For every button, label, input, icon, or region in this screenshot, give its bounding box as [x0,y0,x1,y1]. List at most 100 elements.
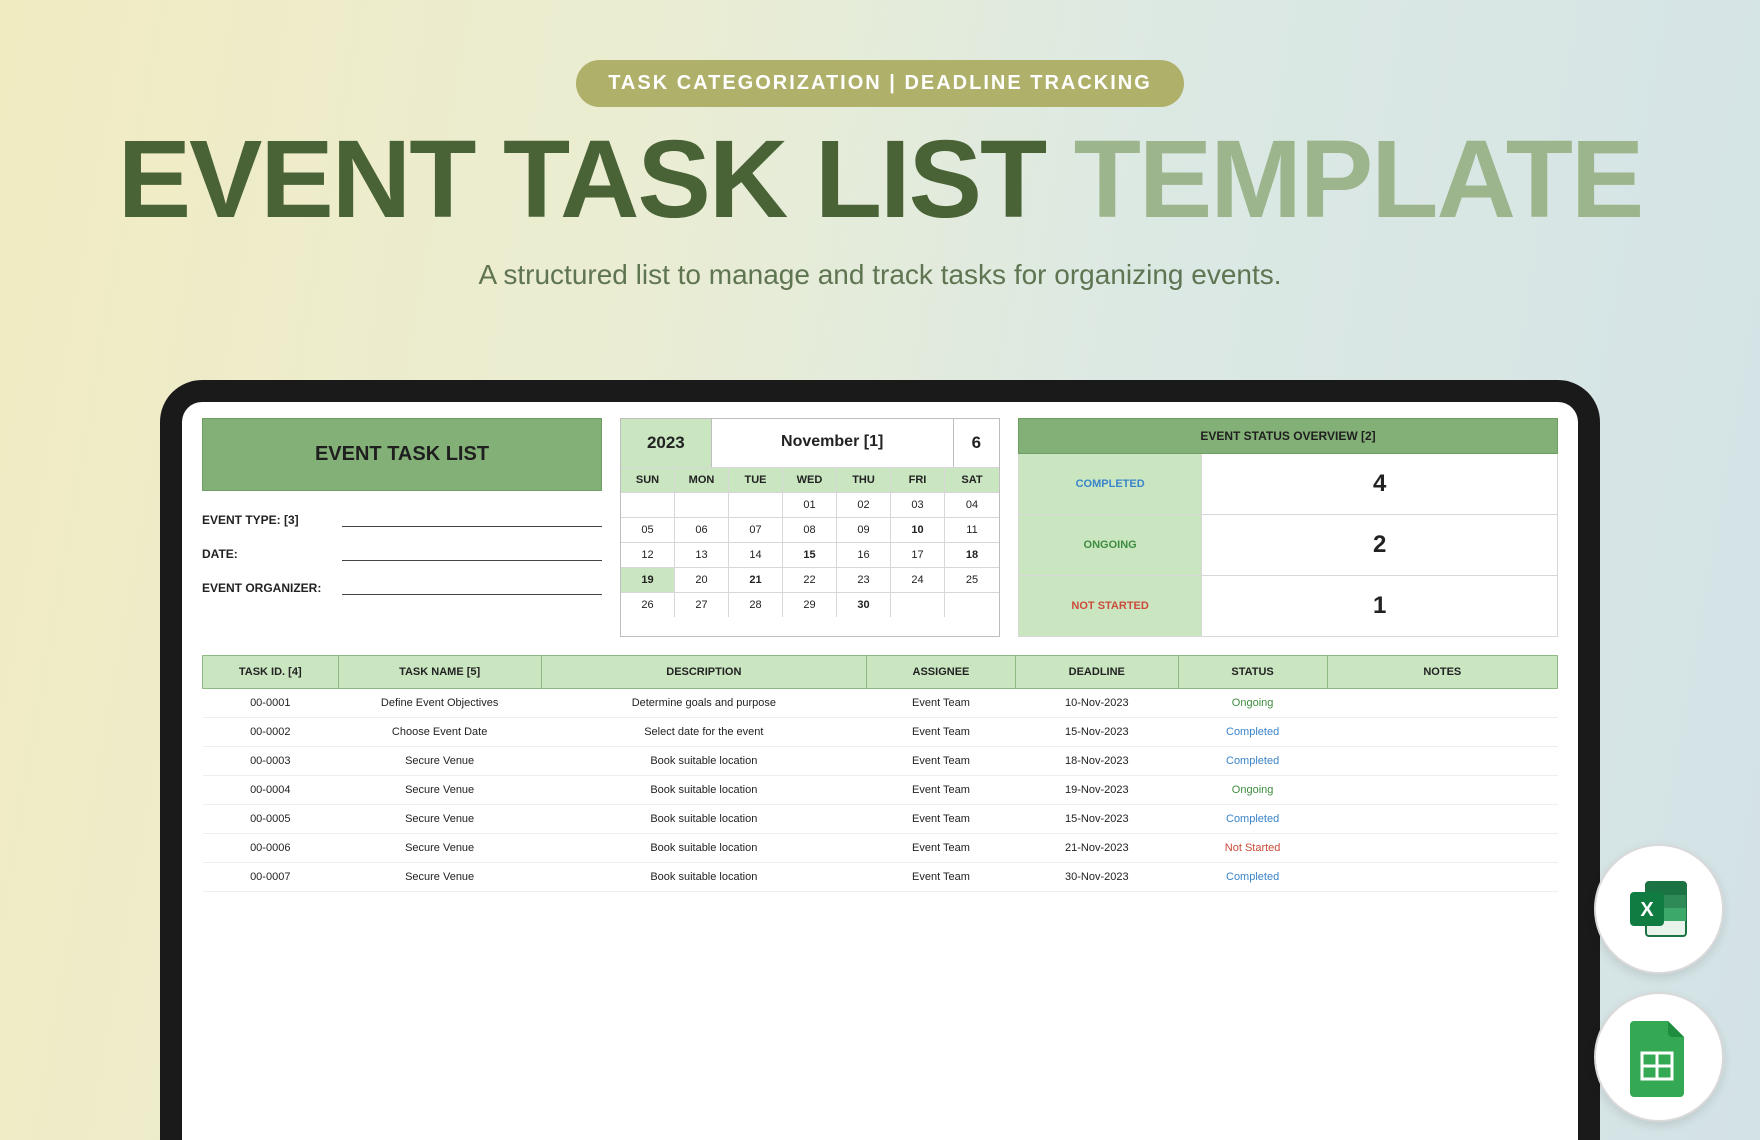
table-cell[interactable]: Completed [1178,747,1327,776]
table-cell[interactable]: 15-Nov-2023 [1015,805,1178,834]
table-cell[interactable]: 00-0002 [203,718,339,747]
date-input-line[interactable] [342,545,602,561]
table-cell[interactable]: Completed [1178,718,1327,747]
table-cell[interactable] [1327,718,1557,747]
table-cell[interactable]: Secure Venue [338,747,541,776]
calendar-cell[interactable]: 21 [729,567,783,592]
table-cell[interactable]: 00-0006 [203,834,339,863]
table-cell[interactable] [1327,805,1557,834]
calendar-cell[interactable] [945,592,999,617]
calendar-cell[interactable]: 24 [891,567,945,592]
table-cell[interactable]: Event Team [866,776,1015,805]
calendar-cell[interactable] [891,592,945,617]
calendar-cell[interactable]: 15 [783,542,837,567]
calendar-cell[interactable]: 17 [891,542,945,567]
event-type-input-line[interactable] [342,511,602,527]
calendar-cell[interactable]: 05 [621,517,675,542]
calendar-cell[interactable]: 19 [621,567,675,592]
table-cell[interactable]: Select date for the event [541,718,866,747]
calendar-cell[interactable] [675,492,729,517]
calendar-cell[interactable]: 07 [729,517,783,542]
calendar-cell[interactable]: 29 [783,592,837,617]
table-cell[interactable]: 10-Nov-2023 [1015,689,1178,718]
calendar-cell[interactable]: 04 [945,492,999,517]
table-cell[interactable]: 30-Nov-2023 [1015,863,1178,892]
calendar-cell[interactable]: 08 [783,517,837,542]
table-row[interactable]: 00-0004Secure VenueBook suitable locatio… [203,776,1558,805]
table-cell[interactable] [1327,834,1557,863]
table-cell[interactable]: 18-Nov-2023 [1015,747,1178,776]
table-cell[interactable] [1327,776,1557,805]
column-header[interactable]: TASK NAME [5] [338,656,541,689]
calendar-cell[interactable]: 13 [675,542,729,567]
table-cell[interactable]: Event Team [866,805,1015,834]
excel-icon[interactable]: X [1594,844,1724,974]
calendar-cell[interactable]: 20 [675,567,729,592]
table-cell[interactable]: Event Team [866,718,1015,747]
table-cell[interactable]: Determine goals and purpose [541,689,866,718]
table-cell[interactable]: Completed [1178,863,1327,892]
calendar-cell[interactable]: 03 [891,492,945,517]
calendar-cell[interactable]: 10 [891,517,945,542]
table-cell[interactable]: 00-0005 [203,805,339,834]
table-cell[interactable]: 19-Nov-2023 [1015,776,1178,805]
table-cell[interactable]: Event Team [866,747,1015,776]
calendar-cell[interactable]: 01 [783,492,837,517]
table-cell[interactable]: Book suitable location [541,747,866,776]
column-header[interactable]: NOTES [1327,656,1557,689]
table-cell[interactable]: Ongoing [1178,776,1327,805]
table-cell[interactable]: 21-Nov-2023 [1015,834,1178,863]
table-cell[interactable]: Secure Venue [338,834,541,863]
table-cell[interactable]: Book suitable location [541,776,866,805]
column-header[interactable]: ASSIGNEE [866,656,1015,689]
calendar-cell[interactable]: 16 [837,542,891,567]
calendar-cell[interactable]: 06 [675,517,729,542]
table-cell[interactable]: 00-0004 [203,776,339,805]
column-header[interactable]: DEADLINE [1015,656,1178,689]
table-row[interactable]: 00-0006Secure VenueBook suitable locatio… [203,834,1558,863]
calendar-cell[interactable]: 23 [837,567,891,592]
table-row[interactable]: 00-0001Define Event ObjectivesDetermine … [203,689,1558,718]
table-cell[interactable]: Secure Venue [338,863,541,892]
column-header[interactable]: DESCRIPTION [541,656,866,689]
table-row[interactable]: 00-0002Choose Event DateSelect date for … [203,718,1558,747]
organizer-input-line[interactable] [342,579,602,595]
table-cell[interactable]: Book suitable location [541,805,866,834]
table-row[interactable]: 00-0003Secure VenueBook suitable locatio… [203,747,1558,776]
table-row[interactable]: 00-0005Secure VenueBook suitable locatio… [203,805,1558,834]
table-cell[interactable]: Book suitable location [541,834,866,863]
calendar-cell[interactable]: 18 [945,542,999,567]
calendar-cell[interactable] [621,492,675,517]
calendar-cell[interactable]: 12 [621,542,675,567]
table-cell[interactable]: Event Team [866,689,1015,718]
calendar-cell[interactable]: 25 [945,567,999,592]
sheets-icon[interactable] [1594,992,1724,1122]
calendar-cell[interactable]: 11 [945,517,999,542]
table-cell[interactable] [1327,689,1557,718]
calendar-cell[interactable]: 14 [729,542,783,567]
table-cell[interactable]: Ongoing [1178,689,1327,718]
table-cell[interactable]: Event Team [866,863,1015,892]
table-cell[interactable]: 00-0001 [203,689,339,718]
table-cell[interactable] [1327,747,1557,776]
calendar-cell[interactable] [729,492,783,517]
table-cell[interactable]: Secure Venue [338,776,541,805]
table-cell[interactable]: Define Event Objectives [338,689,541,718]
table-cell[interactable]: Choose Event Date [338,718,541,747]
calendar-cell[interactable]: 28 [729,592,783,617]
calendar-cell[interactable]: 09 [837,517,891,542]
table-cell[interactable]: Event Team [866,834,1015,863]
calendar-cell[interactable]: 30 [837,592,891,617]
calendar-cell[interactable]: 27 [675,592,729,617]
table-cell[interactable]: Book suitable location [541,863,866,892]
table-cell[interactable]: Completed [1178,805,1327,834]
table-cell[interactable]: Secure Venue [338,805,541,834]
column-header[interactable]: STATUS [1178,656,1327,689]
calendar-cell[interactable]: 26 [621,592,675,617]
table-cell[interactable]: 00-0003 [203,747,339,776]
calendar-cell[interactable]: 02 [837,492,891,517]
table-cell[interactable]: 00-0007 [203,863,339,892]
table-cell[interactable]: Not Started [1178,834,1327,863]
table-cell[interactable]: 15-Nov-2023 [1015,718,1178,747]
table-cell[interactable] [1327,863,1557,892]
